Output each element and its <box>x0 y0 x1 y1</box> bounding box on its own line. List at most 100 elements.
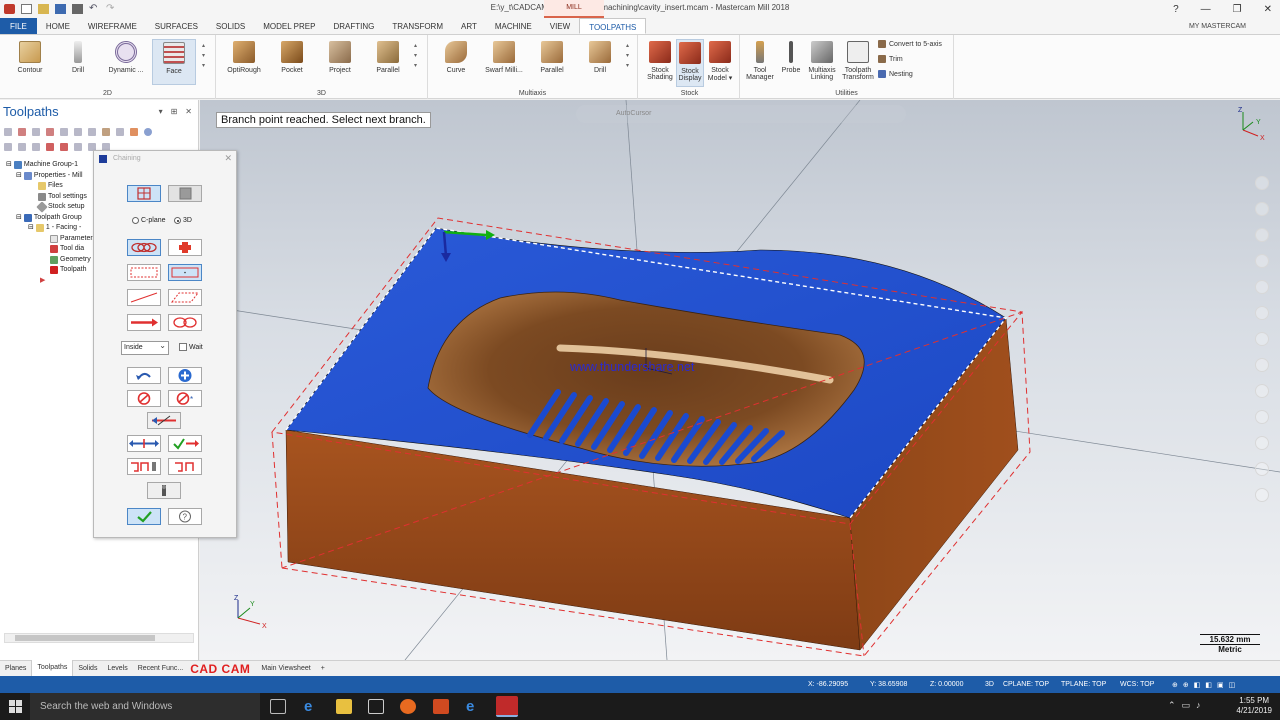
taskbar-clock[interactable]: 1:55 PM 4/21/2019 <box>1236 696 1272 716</box>
options-button[interactable] <box>168 458 202 475</box>
tab-toolpaths-panel[interactable]: Toolpaths <box>31 660 74 677</box>
contour-button[interactable]: Contour <box>8 39 52 74</box>
project-button[interactable]: Project <box>318 39 362 74</box>
pocket-3d-button[interactable]: Pocket <box>270 39 314 74</box>
tab-levels[interactable]: Levels <box>102 661 132 677</box>
single-select-button[interactable] <box>127 289 161 306</box>
area-select-button[interactable] <box>168 264 202 281</box>
parallel-3d-button[interactable]: Parallel <box>366 39 410 74</box>
regenerate-dirty-icon[interactable] <box>46 128 54 136</box>
toggle-display-icon[interactable] <box>18 143 26 151</box>
firefox-icon[interactable] <box>400 699 416 714</box>
options-ok-button[interactable] <box>168 435 202 452</box>
single-point-button[interactable] <box>168 239 202 256</box>
scrollbar-thumb[interactable] <box>15 635 155 641</box>
highfeed-icon[interactable] <box>116 128 124 136</box>
reverse-button[interactable] <box>147 412 181 429</box>
my-mastercam-link[interactable]: MY MASTERCAM <box>1189 18 1246 35</box>
insert-arrow-up-icon[interactable] <box>60 143 68 151</box>
add-chain-button[interactable] <box>168 367 202 384</box>
minimize-button[interactable]: — <box>1201 4 1211 15</box>
windows-start-icon[interactable] <box>8 699 24 714</box>
task-view-icon[interactable] <box>270 699 286 714</box>
simulate-icon[interactable] <box>88 128 96 136</box>
cplane-radio[interactable]: C-plane <box>132 217 166 224</box>
panel-close-button[interactable]: ✕ <box>185 107 192 116</box>
window-select-button[interactable] <box>127 264 161 281</box>
tab-drafting[interactable]: DRAFTING <box>324 18 383 34</box>
wireframe-mode-button[interactable] <box>127 185 161 202</box>
autocursor-toolbar[interactable]: AutoCursor <box>576 105 906 123</box>
wireframe-view-icon[interactable] <box>1255 358 1269 372</box>
clear-colors-icon[interactable] <box>1255 410 1269 424</box>
graphics-viewport[interactable]: Z Y X Z Y X Branch point reached. Select… <box>200 100 1280 660</box>
new-file-icon[interactable] <box>21 4 32 14</box>
chaining-close-button[interactable]: ✕ <box>224 153 232 164</box>
polygon-select-button[interactable] <box>168 289 202 306</box>
analyze-icon[interactable] <box>1255 436 1269 450</box>
parallel-multiaxis-button[interactable]: Parallel <box>530 39 574 74</box>
verify-icon[interactable] <box>74 128 82 136</box>
swarf-milling-button[interactable]: Swarf Milli... <box>482 39 526 74</box>
tab-view[interactable]: VIEW <box>541 18 579 34</box>
post-icon[interactable] <box>102 128 110 136</box>
move-start-button[interactable] <box>127 435 161 452</box>
clear-all-chains-button[interactable]: * <box>168 390 202 407</box>
panel-horizontal-scrollbar[interactable] <box>4 633 194 643</box>
select-failed-icon[interactable] <box>18 128 26 136</box>
panel-dropdown-button[interactable]: ▾ <box>159 107 163 116</box>
move-insert-icon[interactable] <box>74 143 82 151</box>
mastercam-taskbar-icon[interactable] <box>496 696 518 717</box>
insert-arrow-down-icon[interactable] <box>46 143 54 151</box>
last-button[interactable] <box>127 458 161 475</box>
tab-main-viewsheet[interactable]: Main Viewsheet <box>256 661 315 677</box>
section-view-icon[interactable] <box>1255 306 1269 320</box>
toggle-posting-icon[interactable] <box>32 143 40 151</box>
print-icon[interactable] <box>72 4 83 14</box>
toolpath-transform-button[interactable]: Toolpath Transform <box>840 39 876 81</box>
curve-button[interactable]: Curve <box>434 39 478 74</box>
store-icon[interactable] <box>368 699 384 714</box>
open-folder-icon[interactable] <box>38 4 49 14</box>
tab-wireframe[interactable]: WIREFRAME <box>79 18 146 34</box>
trim-button[interactable]: Trim <box>878 55 903 63</box>
stock-model-button[interactable]: Stock Model ▾ <box>704 39 736 82</box>
chain-feature-button[interactable] <box>147 482 181 499</box>
select-all-icon[interactable] <box>4 128 12 136</box>
zoom-window-icon[interactable] <box>1255 202 1269 216</box>
status-view-icons[interactable]: ⊕⊕◧◧▣◫ <box>1172 681 1240 689</box>
redo-icon[interactable]: ↷ <box>106 4 117 14</box>
taskbar-search-box[interactable]: Search the web and Windows <box>30 693 260 720</box>
help-dialog-button[interactable]: ? <box>168 508 202 525</box>
file-explorer-icon[interactable] <box>336 699 352 714</box>
stop-icon[interactable] <box>1255 488 1269 502</box>
gallery-scroll-3d[interactable]: ▴ ▾ ▾ <box>414 41 422 71</box>
gallery-scroll-2d[interactable]: ▴ ▾ ▾ <box>202 41 210 71</box>
undo-icon[interactable]: ↶ <box>89 4 100 14</box>
status-tplane[interactable]: TPLANE: TOP <box>1061 681 1106 688</box>
wait-checkbox[interactable]: Wait <box>179 343 203 351</box>
tab-transform[interactable]: TRANSFORM <box>383 18 452 34</box>
tab-home[interactable]: HOME <box>37 18 79 34</box>
stock-shading-button[interactable]: Stock Shading <box>644 39 676 81</box>
status-cplane[interactable]: CPLANE: TOP <box>1003 681 1049 688</box>
help-button[interactable]: ? <box>1173 4 1179 15</box>
backplot-icon[interactable] <box>60 128 68 136</box>
vector-select-button[interactable] <box>127 314 161 331</box>
status-wcs[interactable]: WCS: TOP <box>1120 681 1154 688</box>
toolpath-display-icon[interactable] <box>1255 462 1269 476</box>
convert-5axis-button[interactable]: Convert to 5-axis <box>878 40 942 48</box>
powerpoint-icon[interactable] <box>433 699 449 714</box>
partial-chain-button[interactable] <box>168 314 202 331</box>
shading-icon[interactable] <box>1255 332 1269 346</box>
inside-select[interactable]: Inside <box>121 340 169 355</box>
status-3d-mode[interactable]: 3D <box>985 681 994 688</box>
system-tray-icons[interactable]: ⌃▭♪ <box>1168 700 1207 711</box>
tab-model-prep[interactable]: MODEL PREP <box>254 18 324 34</box>
level-icon[interactable] <box>1255 384 1269 398</box>
chaining-title-bar[interactable]: Chaining <box>94 151 236 167</box>
drill-button[interactable]: Drill <box>56 39 100 74</box>
tab-file[interactable]: FILE <box>0 18 37 34</box>
close-button[interactable]: ✕ <box>1264 4 1272 15</box>
internet-explorer-icon[interactable]: e <box>466 699 482 714</box>
